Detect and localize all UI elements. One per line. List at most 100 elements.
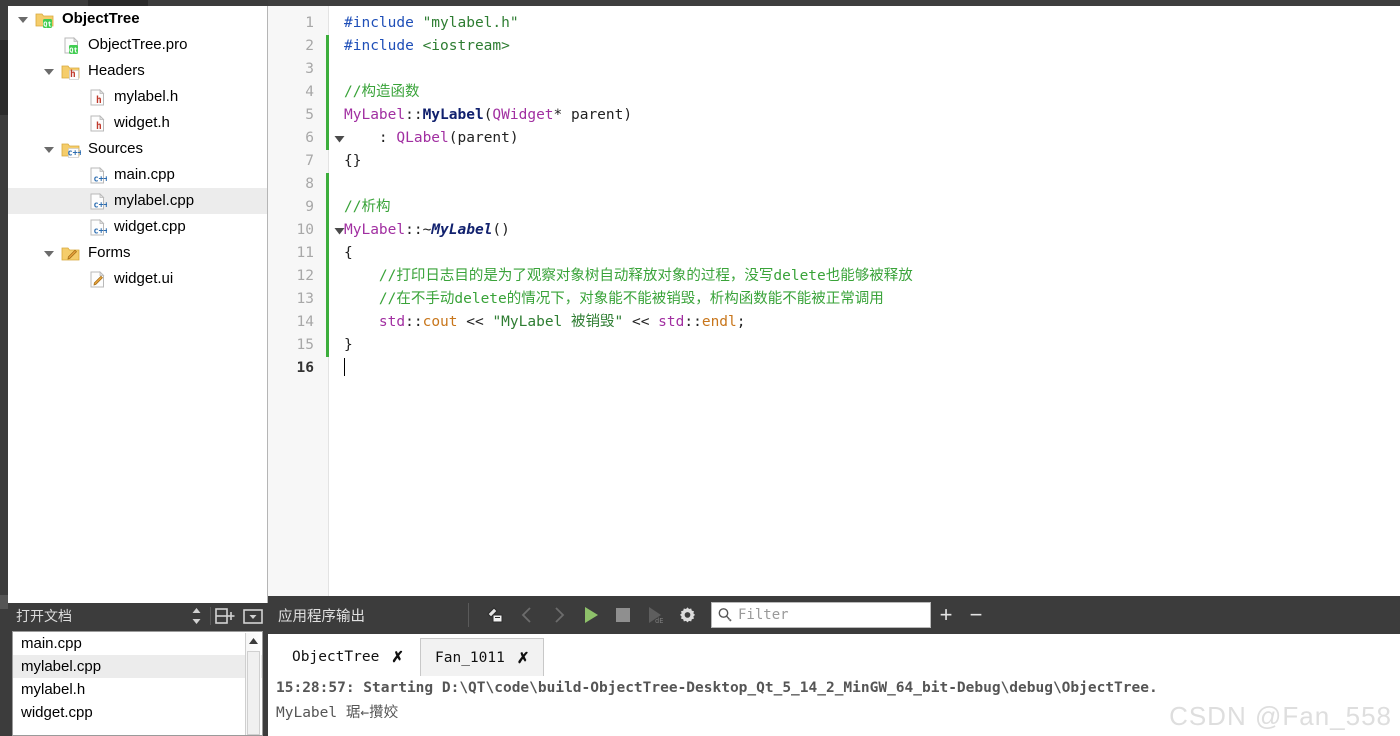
split-add-icon[interactable] bbox=[211, 603, 239, 629]
scrollbar-thumb[interactable] bbox=[247, 651, 260, 735]
output-pane-title: 应用程序输出 bbox=[278, 608, 365, 625]
tree-item-objecttree[interactable]: Qt ObjectTree bbox=[8, 6, 267, 32]
code-line[interactable]: 4 //构造函数 bbox=[268, 81, 1400, 104]
code-text: } bbox=[344, 337, 353, 353]
line-number: 5 bbox=[305, 107, 314, 123]
code-line[interactable]: 12 //打印日志目的是为了观察对象树自动释放对象的过程，没写delete也能够… bbox=[268, 265, 1400, 288]
change-marker bbox=[326, 35, 329, 58]
open-document-item[interactable]: main.cpp bbox=[13, 632, 262, 655]
code-line[interactable]: 14 std::cout << "MyLabel 被销毁" << std::en… bbox=[268, 311, 1400, 334]
change-marker bbox=[326, 219, 329, 242]
open-document-item[interactable]: mylabel.h bbox=[13, 678, 262, 701]
code-line[interactable]: 5 MyLabel::MyLabel(QWidget* parent) bbox=[268, 104, 1400, 127]
tree-item-mylabel-h[interactable]: h mylabel.h bbox=[8, 84, 267, 110]
code-line[interactable]: 10 MyLabel::~MyLabel() bbox=[268, 219, 1400, 242]
sort-updown-icon[interactable] bbox=[182, 603, 210, 629]
change-marker bbox=[326, 127, 329, 150]
code-text: //析构 bbox=[344, 199, 391, 215]
output-tab-bar[interactable]: ObjectTree ✗ Fan_1011 ✗ bbox=[268, 634, 1400, 677]
svg-text:c++: c++ bbox=[94, 200, 108, 210]
cpp-file-icon: c++ bbox=[86, 165, 108, 185]
output-toolbar: 应用程序输出 dE Filter + − bbox=[268, 596, 1400, 634]
open-document-item[interactable]: mylabel.cpp bbox=[13, 655, 262, 678]
tree-item-mylabel-cpp[interactable]: c++ mylabel.cpp bbox=[8, 188, 267, 214]
tree-item-widget-ui[interactable]: widget.ui bbox=[8, 266, 267, 292]
tree-item-main-cpp[interactable]: c++ main.cpp bbox=[8, 162, 267, 188]
output-filter-box[interactable]: Filter bbox=[711, 602, 931, 628]
code-line[interactable]: 15} bbox=[268, 334, 1400, 357]
dropdown-box-icon[interactable] bbox=[239, 603, 267, 629]
scroll-up-arrow-icon[interactable] bbox=[246, 633, 261, 648]
svg-text:h: h bbox=[70, 69, 76, 80]
cpp-folder-icon: c++ bbox=[60, 139, 82, 159]
open-document-item[interactable]: widget.cpp bbox=[13, 701, 262, 724]
filter-input[interactable]: Filter bbox=[738, 607, 789, 623]
svg-text:h: h bbox=[96, 95, 102, 106]
stop-square-icon[interactable] bbox=[607, 599, 639, 631]
line-number: 13 bbox=[296, 291, 314, 307]
left-mode-rail[interactable] bbox=[0, 0, 8, 736]
code-line[interactable]: 13 //在不手动delete的情况下，对象能不能被销毁，析构函数能不能被正常调… bbox=[268, 288, 1400, 311]
line-number: 10 bbox=[296, 222, 314, 238]
chevron-down-icon[interactable] bbox=[38, 240, 60, 266]
line-number: 16 bbox=[296, 360, 314, 376]
chevron-left-icon[interactable] bbox=[511, 599, 543, 631]
chevron-down-icon[interactable] bbox=[12, 6, 34, 32]
gear-icon[interactable] bbox=[671, 599, 703, 631]
close-icon[interactable]: ✗ bbox=[391, 648, 404, 666]
h-file-icon: h bbox=[86, 87, 108, 107]
tree-item-widget-cpp[interactable]: c++ widget.cpp bbox=[8, 214, 267, 240]
line-number: 3 bbox=[305, 61, 314, 77]
code-line[interactable]: 16 bbox=[268, 357, 1400, 380]
search-icon[interactable] bbox=[712, 607, 738, 623]
line-number: 2 bbox=[305, 38, 314, 54]
code-editor[interactable]: 1 #include "mylabel.h" 2 #include <iostream… bbox=[268, 6, 1400, 596]
output-text-area[interactable]: 15:28:57: Starting D:\QT\code\build-Obje… bbox=[268, 676, 1400, 736]
editor-code-area[interactable]: 1 #include "mylabel.h" 2 #include <iostream… bbox=[268, 12, 1400, 596]
remove-output-pane-button[interactable]: − bbox=[961, 599, 991, 631]
code-line[interactable]: 11 { bbox=[268, 242, 1400, 265]
line-number: 1 bbox=[305, 15, 314, 31]
line-number: 7 bbox=[305, 153, 314, 169]
run-debug-icon[interactable]: dE bbox=[639, 599, 671, 631]
code-line[interactable]: 6 : QLabel(parent) bbox=[268, 127, 1400, 150]
tree-item-objecttree-pro[interactable]: Qt ObjectTree.pro bbox=[8, 32, 267, 58]
output-tab-objecttree[interactable]: ObjectTree ✗ bbox=[278, 638, 418, 676]
change-marker bbox=[326, 265, 329, 288]
chevron-right-icon[interactable] bbox=[543, 599, 575, 631]
code-line[interactable]: 8 bbox=[268, 173, 1400, 196]
open-documents-header: 打开文档 bbox=[8, 603, 267, 629]
code-text: #include <iostream> bbox=[344, 38, 510, 54]
tree-item-widget-h[interactable]: h widget.h bbox=[8, 110, 267, 136]
code-line[interactable]: 9 //析构 bbox=[268, 196, 1400, 219]
open-documents-list[interactable]: main.cpp mylabel.cpp mylabel.h widget.cpp bbox=[12, 631, 263, 736]
code-line[interactable]: 1 #include "mylabel.h" bbox=[268, 12, 1400, 35]
chevron-down-icon[interactable] bbox=[38, 58, 60, 84]
chevron-down-icon[interactable] bbox=[38, 136, 60, 162]
line-number: 15 bbox=[296, 337, 314, 353]
tree-item-headers[interactable]: h Headers bbox=[8, 58, 267, 84]
tree-item-forms[interactable]: Forms bbox=[8, 240, 267, 266]
svg-text:c++: c++ bbox=[94, 226, 108, 236]
output-tab-label: ObjectTree bbox=[292, 649, 380, 665]
tree-item-label: Forms bbox=[88, 244, 131, 261]
tree-item-label: widget.h bbox=[114, 114, 170, 131]
code-line[interactable]: 7 {} bbox=[268, 150, 1400, 173]
output-tab-fan_1011[interactable]: Fan_1011 ✗ bbox=[420, 638, 545, 676]
svg-text:c++: c++ bbox=[94, 174, 108, 184]
svg-text:dE: dE bbox=[655, 617, 663, 625]
open-documents-scrollbar[interactable] bbox=[245, 633, 261, 735]
project-tree-panel[interactable]: Qt ObjectTree Qt ObjectTree.pro h Headers h m… bbox=[8, 6, 268, 603]
run-play-icon[interactable] bbox=[575, 599, 607, 631]
clear-broom-icon[interactable] bbox=[479, 599, 511, 631]
close-icon[interactable]: ✗ bbox=[517, 649, 530, 667]
toolbar-separator bbox=[468, 603, 469, 627]
code-line[interactable]: 3 bbox=[268, 58, 1400, 81]
add-output-pane-button[interactable]: + bbox=[931, 599, 961, 631]
code-line[interactable]: 2 #include <iostream> bbox=[268, 35, 1400, 58]
tree-item-sources[interactable]: c++ Sources bbox=[8, 136, 267, 162]
